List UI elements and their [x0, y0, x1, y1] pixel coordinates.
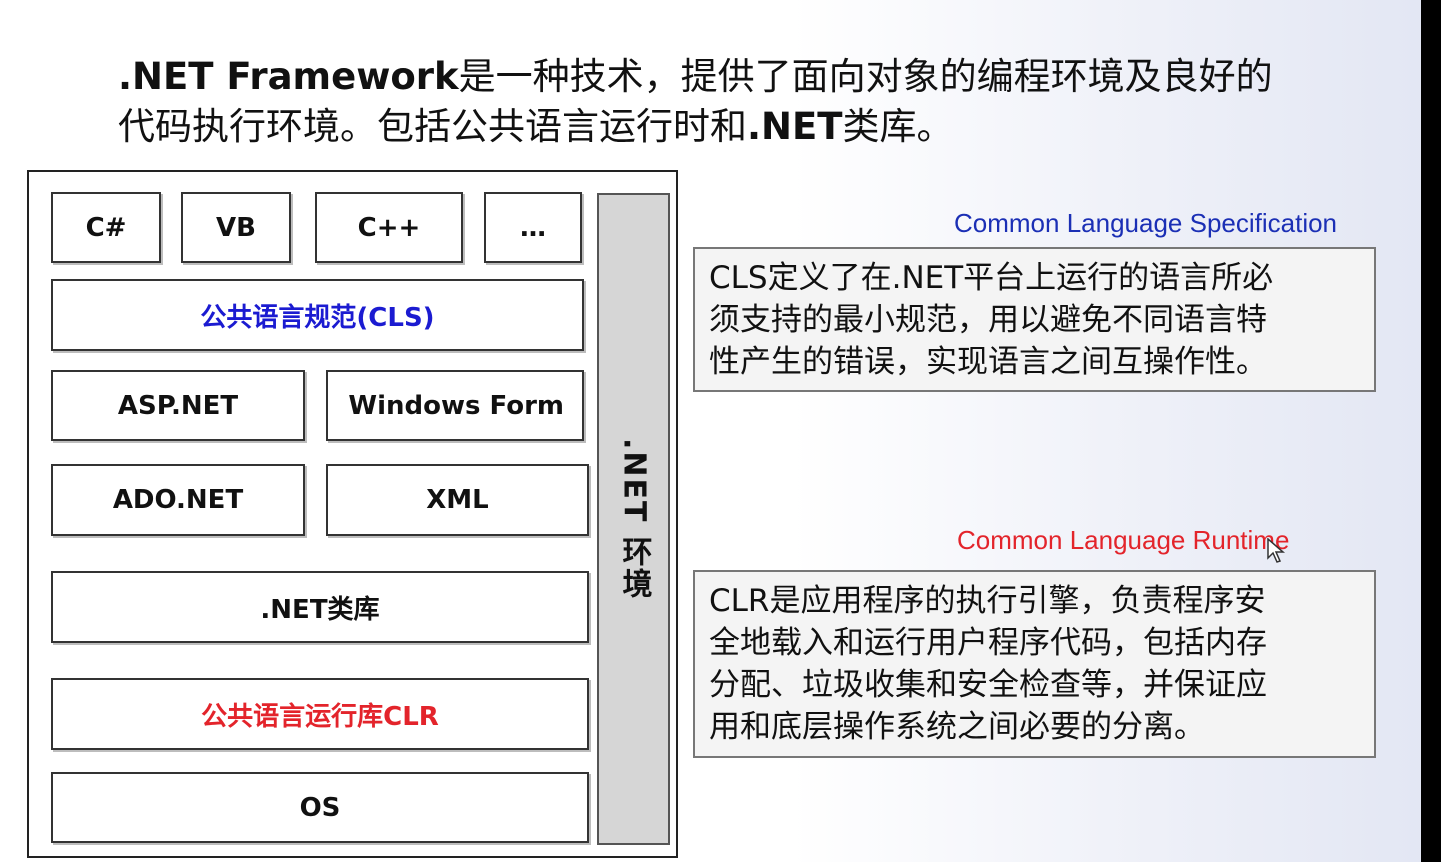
os-box: OS — [51, 772, 589, 843]
title-line-2-end: 类库。 — [842, 105, 954, 148]
asp-net-box: ASP.NET — [51, 370, 305, 441]
cls-desc-line: 性产生的错误，实现语言之间互操作性。 — [709, 344, 1267, 380]
title-line-1: .NET Framework是一种技术，提供了面向对象的编程环境及良好的 — [118, 52, 1338, 102]
net-class-library-box: .NET类库 — [51, 571, 589, 643]
cls-box: 公共语言规范(CLS) — [51, 279, 584, 351]
cls-english-heading: Common Language Specification — [954, 208, 1338, 238]
clr-box: 公共语言运行库CLR — [51, 678, 589, 750]
cls-desc-line: 须支持的最小规范，用以避免不同语言特 — [709, 302, 1267, 338]
clr-desc-line: 用和底层操作系统之间必要的分离。 — [709, 709, 1205, 745]
lang-vb-box: VB — [181, 192, 291, 263]
lang-csharp-box: C# — [51, 192, 161, 263]
net-environment-bar: .NET 环境 — [597, 193, 670, 845]
title-line-1-text: 是一种技术，提供了面向对象的编程环境及良好的 — [458, 55, 1273, 98]
clr-english-heading: Common Language Runtime — [957, 525, 1290, 555]
cls-desc-line: CLS定义了在.NET平台上运行的语言所必 — [709, 260, 1274, 296]
title-line-2-text: 代码执行环境。包括公共语言运行时和 — [118, 105, 747, 148]
cls-description-panel: CLS定义了在.NET平台上运行的语言所必 须支持的最小规范，用以避免不同语言特… — [693, 247, 1376, 392]
xml-box: XML — [326, 464, 589, 536]
ado-net-box: ADO.NET — [51, 464, 305, 536]
clr-desc-line: 全地载入和运行用户程序代码，包括内存 — [709, 625, 1267, 661]
lang-cpp-box: C++ — [315, 192, 463, 263]
clr-desc-line: CLR是应用程序的执行引擎，负责程序安 — [709, 583, 1266, 619]
windows-form-box: Windows Form — [326, 370, 584, 441]
slide-title: .NET Framework是一种技术，提供了面向对象的编程环境及良好的 代码执… — [118, 52, 1338, 152]
title-bold-framework: .NET Framework — [118, 55, 459, 98]
net-environment-label: .NET 环境 — [616, 438, 652, 600]
title-line-2: 代码执行环境。包括公共语言运行时和.NET类库。 — [118, 102, 1338, 152]
lang-more-box: … — [484, 192, 582, 263]
clr-description-panel: CLR是应用程序的执行引擎，负责程序安 全地载入和运行用户程序代码，包括内存 分… — [693, 570, 1376, 758]
mouse-cursor-icon — [1267, 538, 1286, 563]
clr-desc-line: 分配、垃圾收集和安全检查等，并保证应 — [709, 667, 1267, 703]
title-bold-net: .NET — [747, 105, 843, 148]
right-edge-bar — [1421, 0, 1441, 862]
